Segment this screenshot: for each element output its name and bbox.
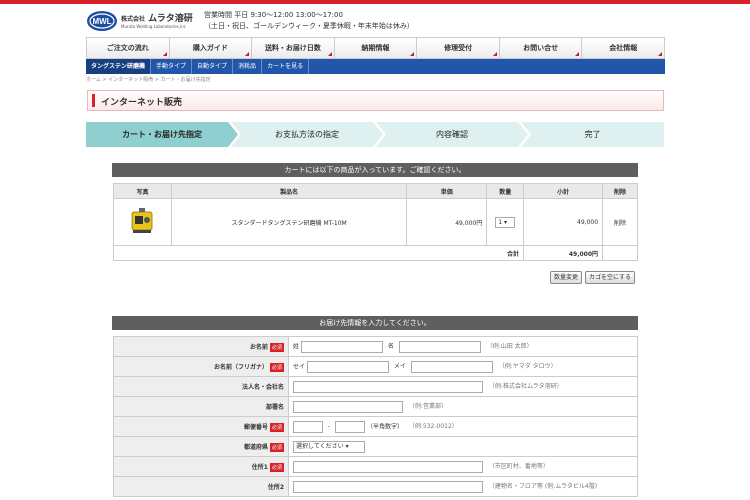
- corner-arrow-icon: [245, 52, 250, 56]
- company-logo-icon[interactable]: MWL: [86, 10, 118, 32]
- required-badge: 必須: [269, 342, 284, 352]
- label-name: お名前: [249, 343, 268, 351]
- subnav-auto[interactable]: 自動タイプ: [192, 59, 234, 74]
- corner-arrow-icon: [162, 52, 167, 56]
- nav-purchase-guide[interactable]: 購入ガイド: [170, 38, 253, 58]
- company-input[interactable]: [293, 380, 483, 393]
- total-row: 合計 49,000円: [112, 245, 638, 261]
- cart-heading: カートには以下の商品が入っています。ご確認ください。: [112, 163, 638, 177]
- subnav-consumables[interactable]: 消耗品: [233, 59, 263, 74]
- label-addr1: 住所1: [251, 463, 268, 471]
- checkout-steps: カート・お届け先指定 お支払方法の指定 内容確認 完了: [86, 122, 664, 147]
- col-delete: 削除: [602, 183, 638, 199]
- last-name-kana-input[interactable]: [306, 360, 389, 373]
- svg-text:MWL: MWL: [92, 17, 111, 26]
- title-accent-bar: [92, 94, 95, 107]
- address2-input[interactable]: [293, 480, 483, 493]
- product-price: 49,000円: [406, 198, 488, 246]
- subnav-grinder[interactable]: タングステン研磨機: [86, 59, 152, 74]
- page-title: インターネット販売: [101, 98, 183, 108]
- total-value: 49,000円: [523, 245, 604, 261]
- label-kana: お名前（フリガナ）: [213, 363, 268, 371]
- grinder-image-icon: [132, 208, 153, 233]
- required-badge: 必須: [269, 422, 284, 432]
- product-subtotal: 49,000: [523, 198, 604, 246]
- main-nav: ご注文の流れ 購入ガイド 送料・お届け日数 納期情報 修理受付 お問い合せ 会社…: [86, 37, 665, 59]
- col-product-name: 製品名: [170, 183, 408, 199]
- nav-company[interactable]: 会社情報: [582, 38, 664, 58]
- step-complete: 完了: [521, 122, 664, 147]
- product-name[interactable]: スタンダードタングステン研磨機 MT-10M: [170, 198, 408, 246]
- step-cart: カート・お届け先指定: [86, 122, 238, 147]
- update-qty-button[interactable]: 数量変更: [550, 271, 583, 284]
- delivery-heading: お届け先情報を入力してください。: [112, 316, 638, 330]
- company-name-en: Murata Welding Laboratories,Inc: [121, 24, 186, 29]
- cart-table: 写真 製品名 単価 数量 小計 削除 スタンダードタングステン研磨機 MT-10…: [112, 183, 638, 261]
- first-name-kana-input[interactable]: [410, 360, 493, 373]
- step-payment: お支払方法の指定: [231, 122, 383, 147]
- form-row-addr1: 住所1 必須 （市区町村、番地等）: [113, 456, 638, 477]
- label-dept: 部署名: [113, 396, 289, 417]
- subnav-view-cart[interactable]: カートを見る: [262, 59, 310, 74]
- col-photo: 写真: [113, 183, 172, 199]
- corner-arrow-icon: [327, 52, 332, 56]
- empty-cart-button[interactable]: カゴを空にする: [585, 271, 636, 284]
- qty-select[interactable]: 1 ▾: [495, 216, 516, 228]
- form-row-corp: 法人名・会社名 （例:株式会社ムラタ溶研）: [113, 376, 638, 397]
- col-price: 単価: [406, 183, 488, 199]
- label-pref: 都道府県: [243, 443, 268, 451]
- total-label: 合計: [112, 245, 525, 261]
- step-confirm: 内容確認: [376, 122, 528, 147]
- nav-order-flow[interactable]: ご注文の流れ: [87, 38, 170, 58]
- first-name-input[interactable]: [398, 340, 481, 353]
- form-row-zip: 郵便番号 必須 - （半角数字） （例:532-0012）: [113, 416, 638, 437]
- prefecture-select[interactable]: 選択してください ▾: [293, 440, 365, 453]
- label-corp: 法人名・会社名: [113, 376, 289, 397]
- required-badge: 必須: [269, 442, 284, 452]
- corner-arrow-icon: [575, 52, 580, 56]
- chevron-down-icon: ▾: [503, 218, 507, 226]
- table-row: スタンダードタングステン研磨機 MT-10M 49,000円 1 ▾ 49,00…: [113, 198, 638, 246]
- col-subtotal: 小計: [523, 183, 604, 199]
- form-row-kana: お名前（フリガナ） 必須 セイ メイ （例:ヤマダ タロウ）: [113, 356, 638, 377]
- nav-contact[interactable]: お問い合せ: [500, 38, 583, 58]
- page-title-box: インターネット販売: [87, 90, 664, 111]
- form-row-dept: 部署名 （例:営業部）: [113, 396, 638, 417]
- top-accent-bar: [0, 0, 750, 4]
- nav-delivery-info[interactable]: 納期情報: [335, 38, 418, 58]
- required-badge: 必須: [269, 462, 284, 472]
- site-header: MWL 株式会社 ムラタ溶研 Murata Welding Laboratori…: [86, 8, 666, 34]
- col-qty: 数量: [486, 183, 525, 199]
- form-row-pref: 都道府県 必須 選択してください ▾: [113, 436, 638, 457]
- chevron-down-icon: ▾: [345, 442, 349, 450]
- form-row-name: お名前 必須 姓 名 （例:山田 太郎）: [113, 336, 638, 357]
- required-badge: 必須: [269, 362, 284, 372]
- breadcrumb: ホーム > インターネット販売 > カート・お届け先指定: [86, 77, 211, 83]
- qty-cell: 1 ▾: [486, 198, 525, 246]
- address1-input[interactable]: [293, 460, 483, 473]
- zip2-input[interactable]: [335, 420, 366, 433]
- company-name: 株式会社 ムラタ溶研: [121, 14, 193, 24]
- corner-arrow-icon: [492, 52, 497, 56]
- cart-header-row: 写真 製品名 単価 数量 小計 削除: [113, 183, 638, 199]
- corner-arrow-icon: [658, 52, 663, 56]
- delete-link[interactable]: 削除: [602, 198, 638, 246]
- form-row-addr2: 住所2 （建物名・フロア等 (例:ムラタビル4階): [113, 476, 638, 497]
- label-addr2: 住所2: [113, 476, 289, 497]
- label-zip: 郵便番号: [243, 423, 268, 431]
- nav-shipping[interactable]: 送料・お届け日数: [252, 38, 335, 58]
- business-hours: 営業時間 平日 9:30〜12:00 13:00〜17:00 （土日・祝日、ゴー…: [204, 11, 414, 30]
- sub-nav: タングステン研磨機 手動タイプ 自動タイプ 消耗品 カートを見る: [86, 59, 665, 74]
- delivery-form: お名前 必須 姓 名 （例:山田 太郎） お名前（フリガナ） 必須 セイ メイ （例…: [113, 336, 638, 497]
- product-photo: [113, 198, 172, 246]
- nav-repair[interactable]: 修理受付: [417, 38, 500, 58]
- subnav-manual[interactable]: 手動タイプ: [151, 59, 193, 74]
- department-input[interactable]: [293, 400, 403, 413]
- zip1-input[interactable]: [293, 420, 323, 433]
- last-name-input[interactable]: [300, 340, 383, 353]
- corner-arrow-icon: [410, 52, 415, 56]
